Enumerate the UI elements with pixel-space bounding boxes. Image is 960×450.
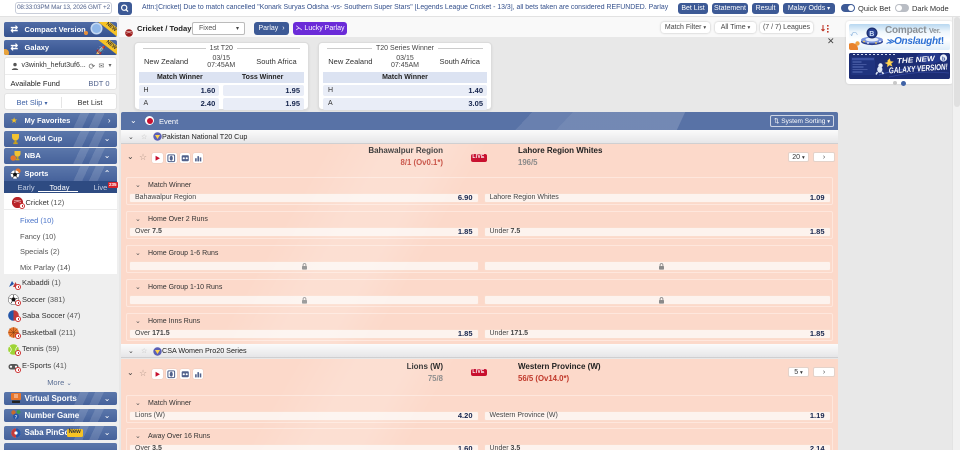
svg-text:B: B — [869, 31, 874, 38]
